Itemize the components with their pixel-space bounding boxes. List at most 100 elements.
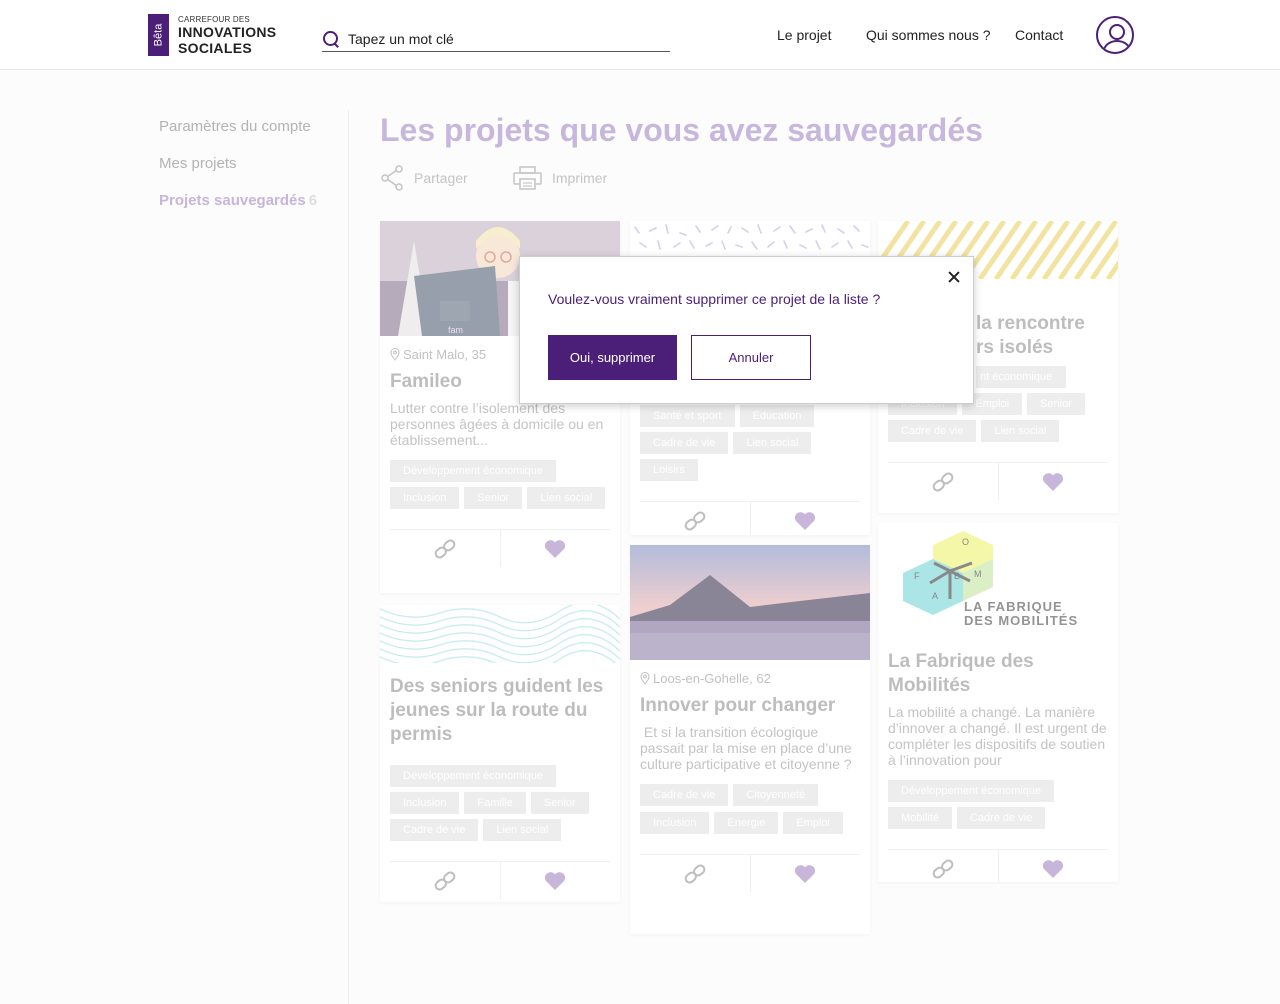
logo-line2: SOCIALES — [178, 39, 252, 56]
copy-link-button[interactable] — [640, 502, 750, 535]
card-title[interactable]: Innover pour changer — [640, 694, 860, 718]
user-avatar-icon[interactable] — [1096, 16, 1134, 54]
unsave-heart-button[interactable] — [749, 855, 861, 892]
logo[interactable]: Bêta CARREFOUR DES INNOVATIONS SOCIALES — [148, 14, 276, 56]
beta-badge: Bêta — [148, 14, 169, 56]
tag[interactable]: Lien social — [483, 819, 562, 841]
search-icon[interactable] — [322, 30, 340, 48]
tag[interactable]: Lien social — [733, 432, 812, 454]
unsave-heart-button[interactable] — [749, 502, 861, 535]
unsave-heart-button[interactable] — [997, 850, 1109, 882]
tag[interactable]: Inclusion — [390, 792, 460, 814]
project-card-fabrique[interactable]: O F B M A LA FABRIQUE DES MOBILITÉS La F… — [878, 523, 1118, 882]
confirm-delete-button[interactable]: Oui, supprimer — [548, 335, 677, 380]
tag[interactable]: Lien social — [527, 487, 606, 509]
copy-link-button[interactable] — [390, 530, 500, 567]
tag[interactable]: Santé et sport — [640, 405, 735, 427]
card-actions — [888, 849, 1108, 882]
card-actions — [640, 501, 860, 535]
card-actions — [390, 529, 610, 567]
logo-letter-a: A — [932, 591, 938, 601]
copy-link-button[interactable] — [888, 850, 998, 882]
copy-link-button[interactable] — [640, 855, 750, 892]
search-bar — [322, 26, 670, 52]
sidebar-item-label: Projets sauvegardés — [159, 192, 306, 209]
fabrique-logo-line1: LA FABRIQUE — [964, 599, 1063, 614]
card-tags: Développement économique Inclusion Senio… — [390, 460, 610, 509]
tag[interactable]: Développement économique — [390, 460, 557, 482]
card-actions — [888, 462, 1108, 500]
header: Bêta CARREFOUR DES INNOVATIONS SOCIALES … — [0, 0, 1280, 70]
print-button[interactable]: Imprimer — [513, 164, 607, 192]
tag[interactable]: Cadre de vie — [640, 784, 729, 806]
copy-link-button[interactable] — [390, 862, 500, 899]
nav-qui-sommes-nous[interactable]: Qui sommes nous ? — [866, 27, 991, 43]
heart-icon — [795, 864, 816, 883]
share-button[interactable]: Partager — [380, 164, 468, 192]
tag[interactable]: Education — [739, 405, 815, 427]
card-title[interactable]: Des seniors guident les jeunes sur la ro… — [390, 675, 610, 747]
project-card-innover[interactable]: Loos-en-Gohelle, 62 Innover pour changer… — [630, 545, 870, 934]
tag[interactable]: Energie — [714, 812, 779, 834]
copy-link-button[interactable] — [888, 463, 998, 500]
tag[interactable]: Mobilité — [888, 807, 952, 829]
page-title: Les projets que vous avez sauvegardés — [380, 112, 983, 148]
card-tags: Santé et sport Education Cadre de vie Li… — [640, 405, 860, 481]
logo-letter-o: O — [962, 537, 969, 547]
tag[interactable]: Famille — [464, 792, 526, 814]
card-tags: Cadre de vie Citoyenneté Inclusion Energ… — [640, 784, 860, 834]
tag[interactable]: Cadre de vie — [640, 432, 729, 454]
print-label: Imprimer — [552, 170, 608, 186]
logo-letter-f: F — [914, 571, 920, 581]
delete-confirm-dialog: Voulez-vous vraiment supprimer ce projet… — [519, 256, 974, 404]
cancel-button[interactable]: Annuler — [691, 335, 811, 380]
tag[interactable]: Développement économique — [390, 765, 557, 787]
account-sidebar: Paramètres du compte Mes projets Projets… — [159, 118, 317, 229]
location-pin-icon — [390, 347, 400, 361]
tag[interactable]: Inclusion — [640, 812, 710, 834]
card-image: O F B M A LA FABRIQUE DES MOBILITÉS — [878, 523, 1118, 638]
tag[interactable]: Inclusion — [390, 487, 460, 509]
sidebar-item-parametres[interactable]: Paramètres du compte — [159, 118, 317, 155]
tag[interactable]: Cadre de vie — [390, 819, 479, 841]
tag[interactable]: Senior — [530, 792, 589, 814]
card-body: Des seniors guident les jeunes sur la ro… — [380, 663, 620, 841]
heart-icon — [1043, 859, 1064, 878]
card-actions — [640, 854, 860, 892]
tag[interactable]: Lien social — [981, 420, 1060, 442]
card-image — [630, 545, 870, 660]
unsave-heart-button[interactable] — [499, 530, 611, 567]
unsave-heart-button[interactable] — [499, 862, 611, 899]
printer-icon — [513, 166, 542, 190]
card-actions — [390, 861, 610, 899]
tag[interactable]: Cadre de vie — [956, 807, 1046, 829]
project-card-seniors[interactable]: Des seniors guident les jeunes sur la ro… — [380, 605, 620, 902]
tag[interactable]: nt économique — [976, 366, 1067, 388]
search-input[interactable] — [348, 30, 648, 47]
card-tags: Développement économique Mobilité Cadre … — [888, 780, 1108, 829]
tag[interactable]: Senior — [464, 487, 523, 509]
heart-icon — [795, 511, 816, 530]
location-text: Loos-en-Gohelle, 62 — [653, 670, 771, 686]
card-tags: Développement économique Inclusion Famil… — [390, 765, 610, 841]
unsave-heart-button[interactable] — [997, 463, 1109, 500]
tag[interactable]: Citoyenneté — [733, 784, 819, 806]
tag[interactable]: Développement économique — [888, 780, 1055, 802]
card-body: La Fabrique des Mobilités La mobilité a … — [878, 638, 1118, 829]
nav-contact[interactable]: Contact — [1015, 27, 1063, 43]
nav-le-projet[interactable]: Le projet — [777, 27, 831, 43]
tag[interactable]: Loisirs — [640, 459, 698, 481]
logo-text: CARREFOUR DES INNOVATIONS SOCIALES — [178, 14, 276, 56]
tag[interactable]: Senior — [1027, 393, 1085, 415]
tag[interactable]: Cadre de vie — [888, 420, 977, 442]
link-icon — [434, 539, 456, 558]
heart-icon — [1043, 472, 1064, 491]
sidebar-item-mes-projets[interactable]: Mes projets — [159, 155, 317, 192]
card-title[interactable]: La Fabrique des Mobilités — [888, 650, 1108, 698]
close-icon[interactable] — [944, 267, 964, 287]
sidebar-item-projets-sauvegardes[interactable]: Projets sauvegardés 6 — [159, 192, 317, 229]
logo-line1: INNOVATIONS — [178, 23, 277, 40]
share-icon — [381, 165, 403, 191]
tag[interactable]: Emploi — [783, 812, 843, 834]
link-icon — [932, 859, 954, 878]
